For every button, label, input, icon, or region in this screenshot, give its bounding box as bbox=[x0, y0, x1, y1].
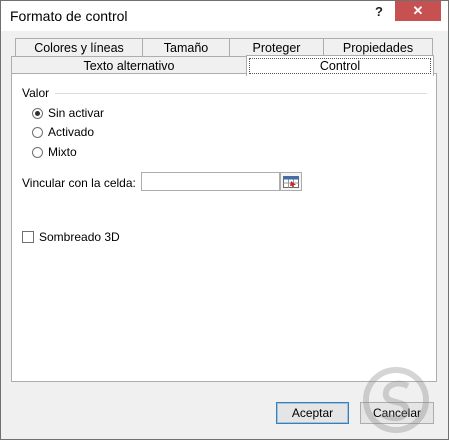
sombreado-3d-checkbox[interactable] bbox=[22, 231, 34, 243]
radio-button-checked[interactable] bbox=[32, 107, 43, 119]
tab-label: Tamaño bbox=[163, 41, 209, 55]
radio-button[interactable] bbox=[32, 146, 43, 158]
close-icon: ✕ bbox=[412, 3, 424, 18]
tab-label: Proteger bbox=[252, 41, 301, 55]
accept-button[interactable]: Aceptar bbox=[276, 402, 349, 424]
tab-tamano[interactable]: Tamaño bbox=[142, 38, 230, 57]
radio-sin-activar[interactable]: Sin activar bbox=[32, 106, 104, 120]
tab-control[interactable]: Control bbox=[246, 55, 434, 76]
link-cell-label: Vincular con la celda: bbox=[22, 176, 136, 190]
checkbox-label: Sombreado 3D bbox=[39, 230, 120, 244]
range-select-icon bbox=[283, 175, 299, 188]
radio-button[interactable] bbox=[32, 126, 43, 138]
tab-label: Colores y líneas bbox=[34, 41, 124, 55]
watermark-logo bbox=[363, 367, 429, 433]
tab-label: Texto alternativo bbox=[83, 58, 175, 73]
help-button[interactable]: ? bbox=[365, 1, 393, 21]
title-bar: Formato de control ? ✕ bbox=[1, 1, 448, 31]
tab-label: Control bbox=[248, 58, 432, 74]
tab-label: Propiedades bbox=[342, 41, 414, 55]
radio-label: Sin activar bbox=[48, 106, 105, 120]
tab-texto-alternativo[interactable]: Texto alternativo bbox=[11, 56, 247, 74]
radio-label: Activado bbox=[48, 125, 95, 139]
valor-group-label: Valor bbox=[22, 86, 50, 100]
radio-label: Mixto bbox=[48, 145, 77, 159]
radio-mixto[interactable]: Mixto bbox=[32, 145, 77, 159]
button-label: Aceptar bbox=[291, 406, 334, 420]
link-cell-input[interactable] bbox=[141, 172, 280, 191]
close-button[interactable]: ✕ bbox=[395, 1, 441, 21]
tab-colores-y-lineas[interactable]: Colores y líneas bbox=[15, 38, 143, 57]
radio-activado[interactable]: Activado bbox=[32, 125, 94, 139]
group-divider bbox=[55, 93, 427, 94]
sombreado-3d-option[interactable]: Sombreado 3D bbox=[22, 230, 120, 244]
range-picker-button[interactable] bbox=[280, 172, 302, 191]
dialog-title: Formato de control bbox=[10, 8, 128, 24]
help-icon: ? bbox=[375, 3, 383, 19]
